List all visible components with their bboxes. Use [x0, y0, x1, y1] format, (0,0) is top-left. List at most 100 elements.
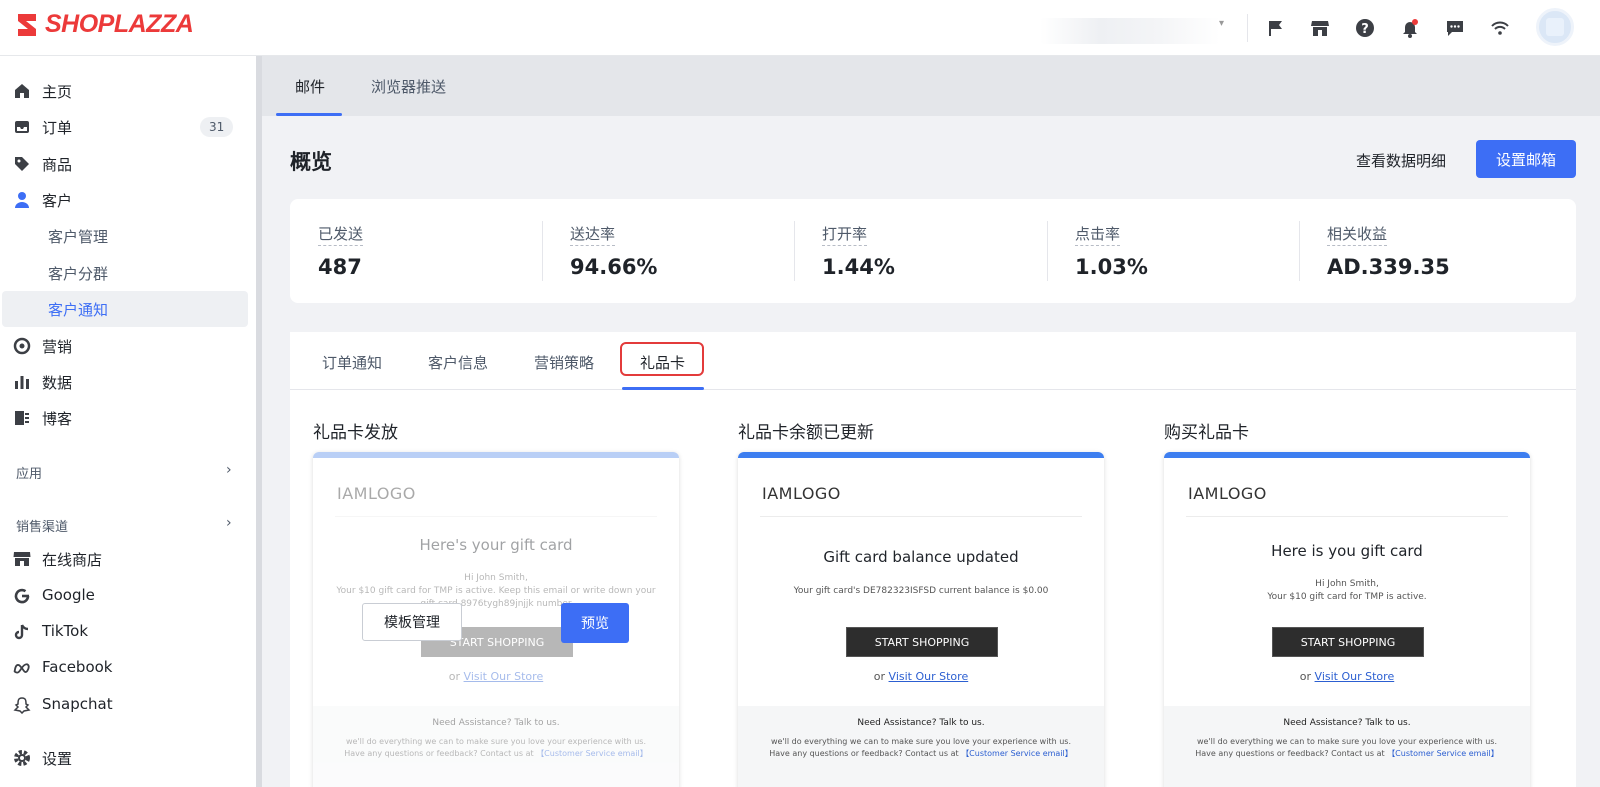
- stat-value: 1.44%: [822, 255, 895, 279]
- email-template-card[interactable]: IAMLOGO Gift card balance updated Your g…: [738, 452, 1104, 787]
- svg-text:?: ?: [1361, 22, 1369, 37]
- sidebar-item-label: 客户分群: [48, 265, 109, 283]
- orders-count-badge: 31: [200, 117, 234, 137]
- email-footer: Need Assistance? Talk to us. we'll do ev…: [313, 706, 679, 787]
- stat-label[interactable]: 点击率: [1075, 223, 1121, 246]
- store-icon[interactable]: [1306, 14, 1334, 42]
- active-tab-indicator: [276, 113, 342, 116]
- divider: [1299, 221, 1300, 281]
- store-icon: [13, 550, 31, 568]
- divider: [1186, 516, 1508, 517]
- target-icon: [13, 337, 31, 355]
- sidebar-item-blog[interactable]: 博客: [0, 400, 248, 436]
- email-logo: IAMLOGO: [762, 484, 841, 503]
- sidebar-item-customer-segments[interactable]: 客户分群: [0, 255, 248, 291]
- preview-button[interactable]: 预览: [561, 603, 629, 643]
- stat-label[interactable]: 送达率: [570, 223, 616, 246]
- tab-browser-push[interactable]: 浏览器推送: [371, 76, 446, 97]
- meta-icon: [13, 659, 31, 677]
- google-icon: [13, 587, 31, 605]
- view-details-button[interactable]: 查看数据明细: [1356, 150, 1446, 171]
- highlight-box: [620, 342, 704, 376]
- tab-marketing-strategy[interactable]: 营销策略: [534, 352, 594, 373]
- email-or-line: or Visit Our Store: [1164, 670, 1530, 683]
- tab-order-notifications[interactable]: 订单通知: [322, 352, 382, 373]
- email-body: Your $10 gift card for TMP is active.: [1267, 592, 1427, 602]
- sidebar-item-marketing[interactable]: 营销: [0, 328, 248, 364]
- sidebar-item-customer-notifications[interactable]: 客户通知: [2, 291, 248, 327]
- stat-label[interactable]: 打开率: [822, 223, 868, 246]
- email-template-card[interactable]: IAMLOGO Here is you gift card Hi John Sm…: [1164, 452, 1530, 787]
- setup-mailbox-button[interactable]: 设置邮箱: [1476, 140, 1576, 178]
- sidebar-item-label: Google: [42, 586, 95, 604]
- sidebar-item-tiktok[interactable]: TikTok: [0, 614, 248, 650]
- sidebar-item-orders[interactable]: 订单 31: [0, 109, 248, 145]
- email-heading: Here is you gift card: [1271, 542, 1423, 560]
- help-icon[interactable]: ?: [1351, 14, 1379, 42]
- sidebar-item-google[interactable]: Google: [0, 578, 248, 614]
- sidebar-item-customer-management[interactable]: 客户管理: [0, 218, 248, 254]
- customer-service-link: 【Customer Service email】: [1387, 749, 1499, 758]
- chat-icon[interactable]: [1441, 14, 1469, 42]
- avatar[interactable]: [1536, 8, 1574, 46]
- sidebar-item-home[interactable]: 主页: [0, 73, 248, 109]
- sidebar-item-snapchat[interactable]: Snapchat: [0, 687, 248, 723]
- tiktok-icon: [13, 623, 31, 641]
- sidebar-item-label: 在线商店: [42, 551, 103, 569]
- person-icon: [13, 191, 31, 209]
- home-icon: [13, 82, 31, 100]
- bar-chart-icon: [13, 373, 31, 391]
- stat-value: 94.66%: [570, 255, 658, 279]
- sidebar-item-customers[interactable]: 客户: [0, 182, 248, 218]
- chevron-right-icon[interactable]: ›: [226, 515, 232, 531]
- stat-label[interactable]: 已发送: [318, 223, 364, 246]
- chevron-down-icon[interactable]: ▾: [1219, 18, 1224, 29]
- card-top-accent: [1164, 452, 1530, 458]
- sidebar-item-label: 客户管理: [48, 228, 109, 246]
- sidebar-item-facebook[interactable]: Facebook: [0, 650, 248, 686]
- active-tab-indicator: [622, 387, 704, 390]
- tag-icon: [13, 155, 31, 173]
- email-heading: Gift card balance updated: [823, 548, 1019, 566]
- sidebar-item-label: 数据: [42, 374, 73, 392]
- channels-section-title[interactable]: 销售渠道: [16, 516, 68, 535]
- card-title: 礼品卡余额已更新: [738, 423, 874, 443]
- manage-template-button[interactable]: 模板管理: [362, 603, 462, 641]
- tab-email[interactable]: 邮件: [295, 76, 325, 97]
- sidebar-item-label: Facebook: [42, 658, 113, 676]
- sidebar: 主页 订单 31 商品 客户 客户管理 客户分群 客户通知 营销 数据 博客 应…: [0, 56, 256, 787]
- divider: [335, 516, 657, 517]
- footer-text: we'll do everything we can to make sure …: [337, 736, 655, 760]
- main-content: 邮件 浏览器推送 概览 查看数据明细 设置邮箱 已发送 487 送达率 94.6…: [262, 56, 1600, 787]
- start-shopping-button: START SHOPPING: [1272, 627, 1424, 657]
- email-greeting: Hi John Smith,: [1315, 579, 1379, 589]
- apps-section-title[interactable]: 应用: [16, 463, 42, 482]
- flag-icon[interactable]: [1262, 14, 1290, 42]
- stat-label[interactable]: 相关收益: [1327, 223, 1388, 246]
- sidebar-item-analytics[interactable]: 数据: [0, 364, 248, 400]
- visit-store-link: Visit Our Store: [1314, 670, 1395, 683]
- email-template-card[interactable]: IAMLOGO Here's your gift card Hi John Sm…: [313, 452, 679, 787]
- blog-icon: [13, 409, 31, 427]
- chevron-right-icon[interactable]: ›: [226, 462, 232, 478]
- sidebar-item-label: Snapchat: [42, 695, 113, 713]
- shoplazza-logo[interactable]: SHOPLAZZA: [14, 10, 194, 39]
- tab-customer-info[interactable]: 客户信息: [428, 352, 488, 373]
- sidebar-item-online-store[interactable]: 在线商店: [0, 541, 248, 577]
- divider: [794, 221, 795, 281]
- visit-store-link: Visit Our Store: [463, 670, 544, 683]
- bell-icon[interactable]: [1396, 14, 1424, 42]
- content-tabs: 订单通知 客户信息 营销策略 礼品卡: [290, 332, 1576, 390]
- sidebar-item-settings[interactable]: 设置: [0, 740, 248, 776]
- store-switcher[interactable]: [1040, 18, 1220, 44]
- visit-store-link: Visit Our Store: [888, 670, 969, 683]
- wifi-icon[interactable]: [1486, 14, 1514, 42]
- sidebar-item-label: 主页: [42, 83, 73, 101]
- card-title: 礼品卡发放: [313, 423, 398, 443]
- templates-panel: 订单通知 客户信息 营销策略 礼品卡 礼品卡发放 IAMLOGO Here's …: [290, 332, 1576, 787]
- sidebar-item-products[interactable]: 商品: [0, 146, 248, 182]
- card-title: 购买礼品卡: [1164, 423, 1249, 443]
- or-text: or: [1299, 670, 1312, 683]
- start-shopping-button: START SHOPPING: [846, 627, 998, 657]
- divider: [1047, 221, 1048, 281]
